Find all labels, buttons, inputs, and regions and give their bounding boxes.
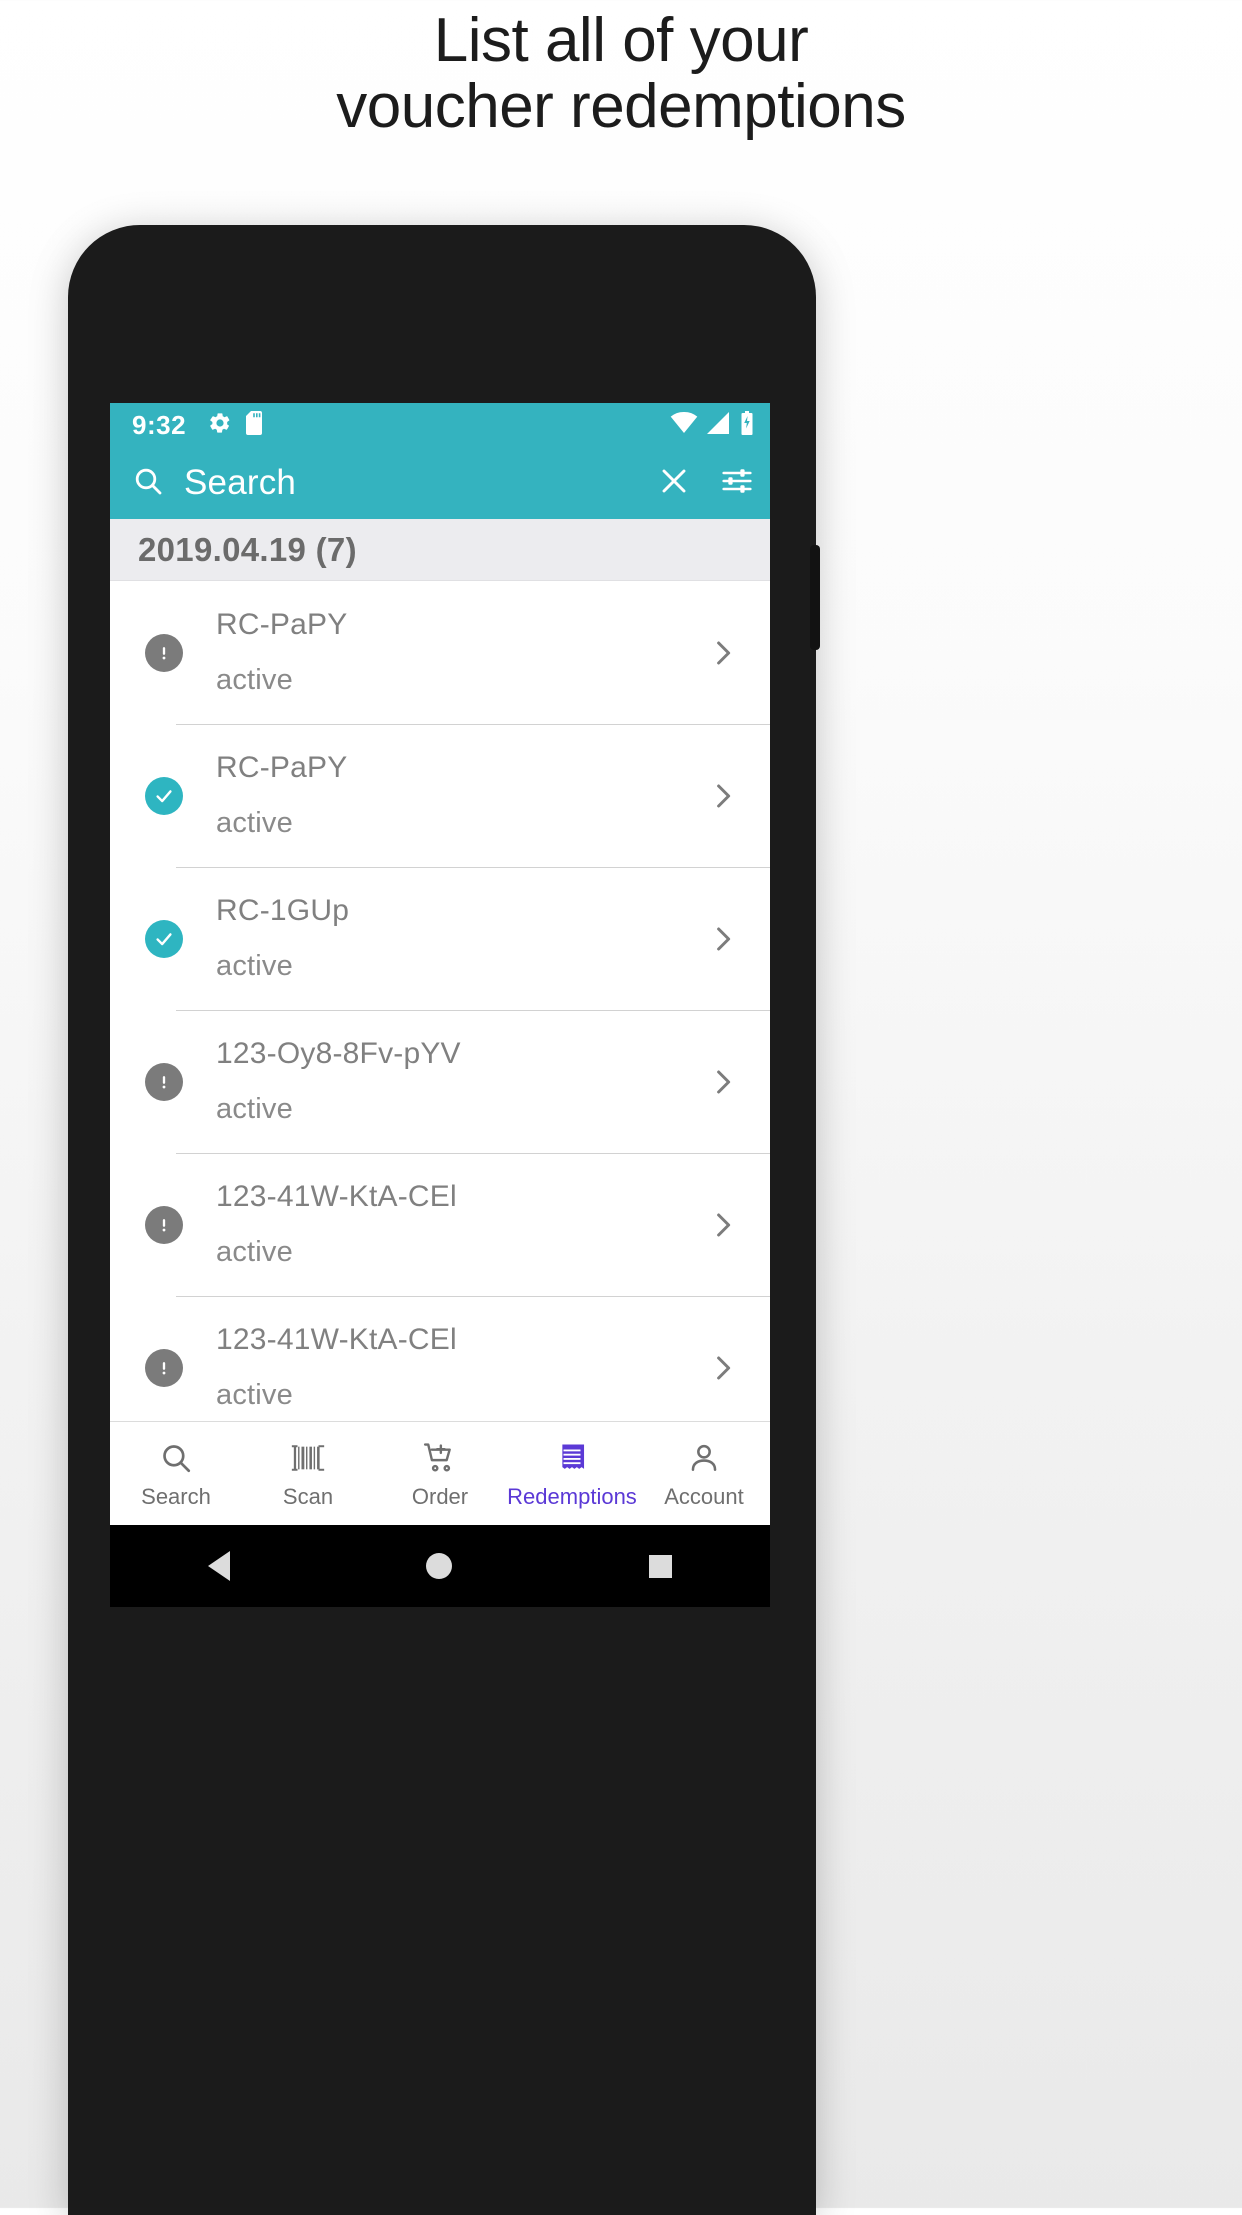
voucher-code: 123-41W-KtA-CEl xyxy=(216,1180,457,1213)
voucher-status: active xyxy=(216,1093,293,1125)
search-bar[interactable]: Search xyxy=(110,447,770,519)
nav-label: Order xyxy=(411,1484,469,1509)
date-group-header: 2019.04.19 (7) xyxy=(110,519,770,581)
filter-sliders-icon[interactable] xyxy=(720,465,754,502)
voucher-code: 123-41W-KtA-CEl xyxy=(216,1323,457,1356)
list-item-body: 123-41W-KtA-CEl active xyxy=(192,1180,698,1269)
status-badge xyxy=(136,1062,192,1101)
search-input-area[interactable]: Search xyxy=(132,463,658,503)
chevron-right-icon[interactable] xyxy=(698,781,748,811)
voucher-status: active xyxy=(216,664,293,696)
redemptions-list[interactable]: RC-PaPY active RC-PaPY active RC-1GUp ac… xyxy=(110,581,770,1421)
list-item-body: 123-Oy8-8Fv-pYV active xyxy=(192,1037,698,1126)
chevron-right-icon[interactable] xyxy=(698,638,748,668)
promo-headline: List all of your voucher redemptions xyxy=(0,8,1242,139)
warning-icon xyxy=(145,1348,183,1387)
promo-line-2: voucher redemptions xyxy=(336,71,906,141)
nav-label: Search xyxy=(141,1484,211,1509)
status-bar: 9:32 xyxy=(110,403,770,447)
voucher-status: active xyxy=(216,807,293,839)
chevron-right-icon[interactable] xyxy=(698,1210,748,1240)
promo-line-1: List all of your xyxy=(433,6,809,75)
list-item[interactable]: RC-PaPY active xyxy=(110,581,770,724)
chevron-right-icon[interactable] xyxy=(698,924,748,954)
chevron-right-icon[interactable] xyxy=(698,1353,748,1383)
warning-icon xyxy=(145,633,183,672)
voucher-code: RC-PaPY xyxy=(216,751,348,784)
chevron-right-icon[interactable] xyxy=(698,1067,748,1097)
voucher-code: RC-PaPY xyxy=(216,608,348,641)
search-icon xyxy=(159,1437,193,1475)
home-circle-icon[interactable] xyxy=(426,1553,453,1579)
recents-square-icon[interactable] xyxy=(648,1554,672,1578)
android-navigation-bar xyxy=(110,1525,770,1607)
nav-label: Account xyxy=(664,1484,744,1509)
voucher-status: active xyxy=(216,1379,293,1411)
voucher-status: active xyxy=(216,950,293,982)
list-item-body: RC-PaPY active xyxy=(192,608,698,697)
status-bar-time: 9:32 xyxy=(132,409,187,440)
nav-tab-order[interactable]: Order xyxy=(374,1422,506,1525)
gear-icon xyxy=(208,411,232,440)
cellular-signal-icon xyxy=(707,411,731,439)
check-icon xyxy=(145,776,183,815)
nav-label: Redemptions xyxy=(507,1484,637,1509)
list-item-body: RC-PaPY active xyxy=(192,751,698,840)
bottom-navigation: Search Scan Order Redemptions Account xyxy=(110,1421,770,1525)
cart-add-icon xyxy=(423,1437,457,1475)
barcode-icon xyxy=(291,1437,325,1475)
check-icon xyxy=(145,919,183,958)
list-item[interactable]: 123-41W-KtA-CEl active xyxy=(110,1296,770,1421)
list-item-body: 123-41W-KtA-CEl active xyxy=(192,1323,698,1412)
phone-device-frame: 9:32 Search 2019.04.19 (7) RC-PaPY activ… xyxy=(68,225,820,2215)
battery-icon xyxy=(740,410,754,440)
warning-icon xyxy=(145,1062,183,1101)
nav-tab-search[interactable]: Search xyxy=(110,1422,242,1525)
close-icon[interactable] xyxy=(658,465,690,502)
person-icon xyxy=(687,1437,721,1475)
receipt-icon xyxy=(555,1437,589,1475)
wifi-icon xyxy=(670,411,698,439)
search-icon xyxy=(132,465,164,502)
sd-card-icon xyxy=(246,410,266,440)
phone-screen: 9:32 Search 2019.04.19 (7) RC-PaPY activ… xyxy=(110,403,770,1525)
status-badge xyxy=(136,633,192,672)
nav-tab-redemptions[interactable]: Redemptions xyxy=(506,1422,638,1525)
date-group-label: 2019.04.19 (7) xyxy=(138,530,357,568)
search-input[interactable]: Search xyxy=(184,463,296,503)
list-item-body: RC-1GUp active xyxy=(192,894,698,983)
status-badge xyxy=(136,776,192,815)
voucher-code: RC-1GUp xyxy=(216,894,350,927)
warning-icon xyxy=(145,1205,183,1244)
status-badge xyxy=(136,919,192,958)
status-badge xyxy=(136,1205,192,1244)
list-item[interactable]: 123-Oy8-8Fv-pYV active xyxy=(110,1010,770,1153)
status-bar-left-icons xyxy=(208,410,266,440)
power-button[interactable] xyxy=(810,545,820,650)
list-item[interactable]: RC-1GUp active xyxy=(110,867,770,1010)
list-item[interactable]: RC-PaPY active xyxy=(110,724,770,867)
search-bar-actions xyxy=(658,465,754,502)
nav-tab-account[interactable]: Account xyxy=(638,1422,770,1525)
nav-tab-scan[interactable]: Scan xyxy=(242,1422,374,1525)
nav-label: Scan xyxy=(282,1484,334,1509)
back-triangle-icon[interactable] xyxy=(208,1551,231,1581)
voucher-status: active xyxy=(216,1236,293,1268)
voucher-code: 123-Oy8-8Fv-pYV xyxy=(216,1037,461,1070)
list-item[interactable]: 123-41W-KtA-CEl active xyxy=(110,1153,770,1296)
status-badge xyxy=(136,1348,192,1387)
status-bar-right-icons xyxy=(670,410,754,440)
